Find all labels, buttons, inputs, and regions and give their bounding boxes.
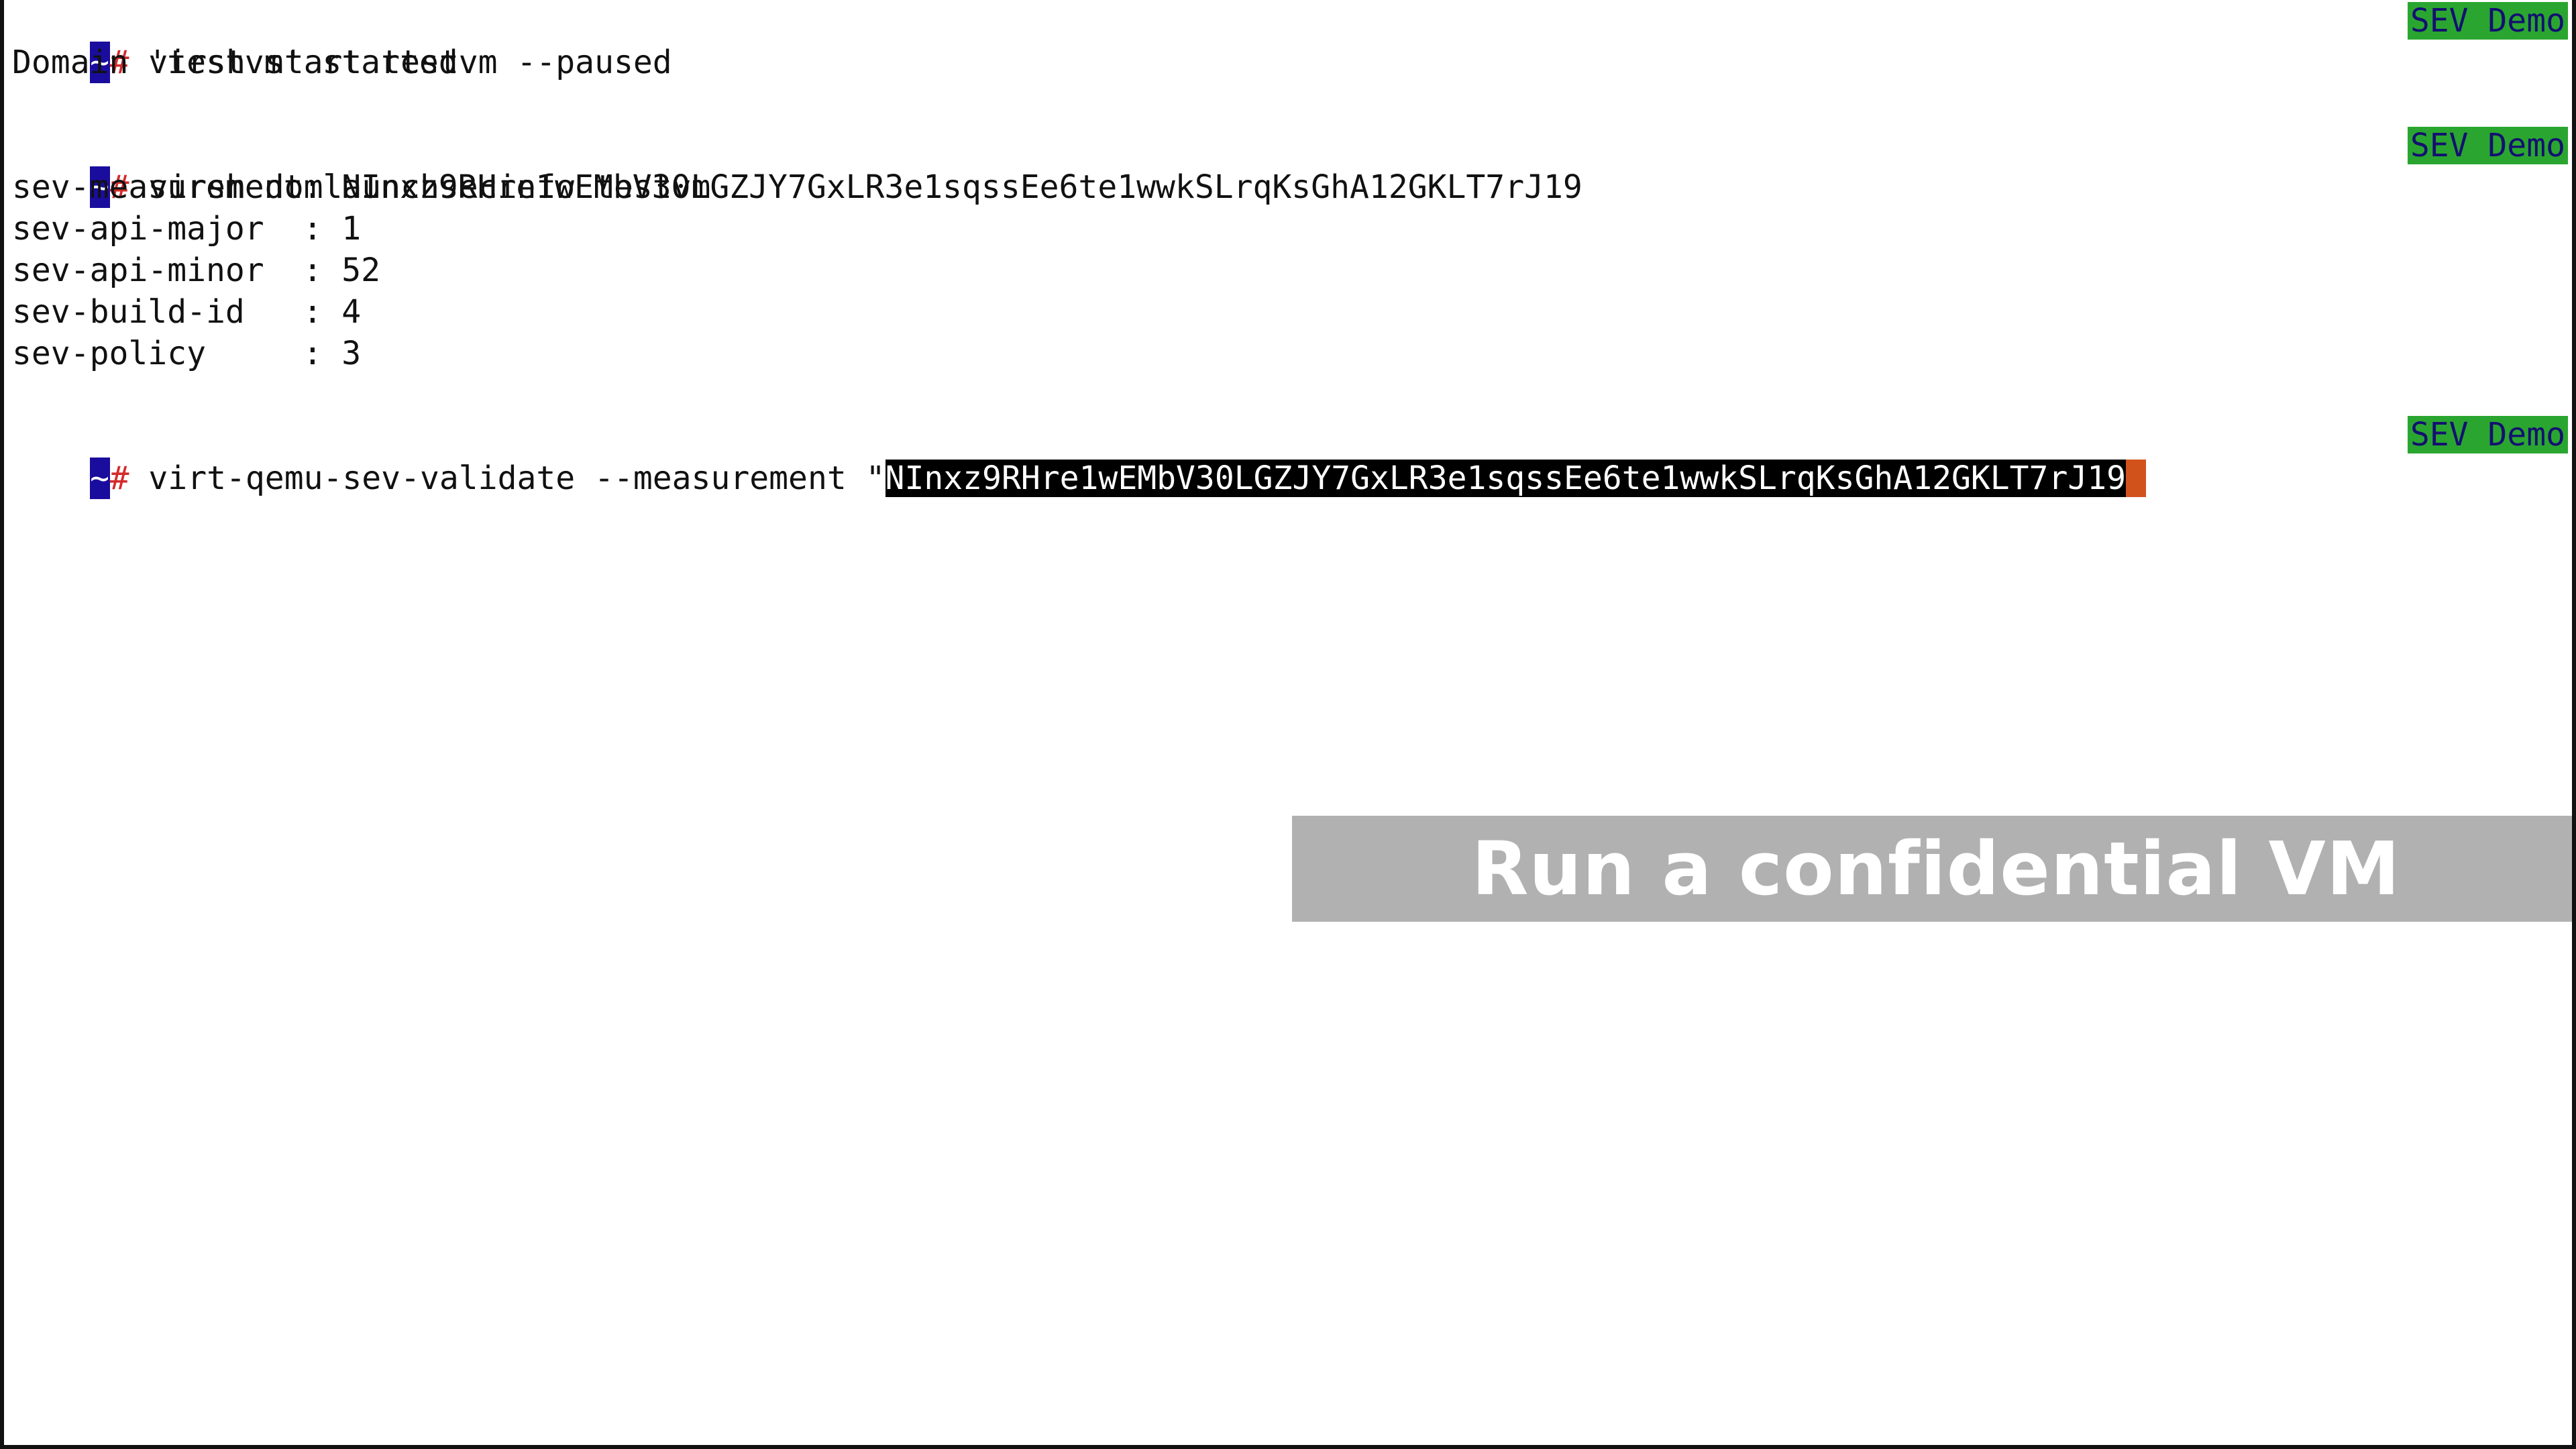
sev-demo-badge: SEV Demo: [2407, 416, 2568, 453]
info-separator: :: [303, 293, 342, 331]
info-line-measurement: sev-measurement: NInxz9RHre1wEMbV30LGZJY…: [12, 166, 1582, 208]
info-key: sev-policy: [12, 335, 303, 372]
caption-banner: Run a confidential VM: [1292, 816, 2572, 922]
info-key: sev-api-major: [12, 210, 303, 248]
info-separator: :: [303, 335, 342, 372]
info-separator: :: [303, 210, 342, 248]
text-cursor: [2126, 460, 2147, 497]
info-value: NInxz9RHre1wEMbV30LGZJY7GxLR3e1sqssEe6te…: [341, 168, 1582, 206]
command-line-2: ~# virsh domlaunchsecinfo testvm: [12, 125, 710, 208]
info-separator: :: [303, 168, 342, 206]
info-line-api-major: sev-api-major : 1: [12, 208, 361, 250]
command-line-3[interactable]: ~# virt-qemu-sev-validate --measurement …: [12, 416, 2147, 499]
info-separator: :: [303, 252, 342, 289]
command-line-1: ~# virsh start testvm --paused: [12, 0, 672, 83]
terminal-window[interactable]: ~# virsh start testvm --paused SEV Demo …: [0, 0, 2576, 1449]
info-line-policy: sev-policy : 3: [12, 333, 361, 374]
info-key: sev-measurement: [12, 168, 303, 206]
selected-measurement-text[interactable]: NInxz9RHre1wEMbV30LGZJY7GxLR3e1sqssEe6te…: [885, 460, 2127, 497]
command-text-3: virt-qemu-sev-validate --measurement ": [129, 460, 885, 497]
info-key: sev-api-minor: [12, 252, 303, 289]
caption-title: Run a confidential VM: [1471, 826, 2401, 912]
info-value: 52: [341, 252, 381, 289]
sev-demo-badge: SEV Demo: [2407, 2, 2568, 40]
output-line-1: Domain 'testvm' started: [12, 44, 458, 81]
prompt-hash: #: [109, 460, 129, 497]
prompt-tilde: ~: [89, 458, 110, 499]
info-value: 4: [341, 293, 362, 331]
sev-demo-badge: SEV Demo: [2407, 127, 2568, 164]
info-key: sev-build-id: [12, 293, 303, 331]
info-value: 3: [341, 335, 362, 372]
info-line-api-minor: sev-api-minor : 52: [12, 250, 380, 291]
info-line-build-id: sev-build-id : 4: [12, 291, 361, 333]
info-value: 1: [341, 210, 362, 248]
